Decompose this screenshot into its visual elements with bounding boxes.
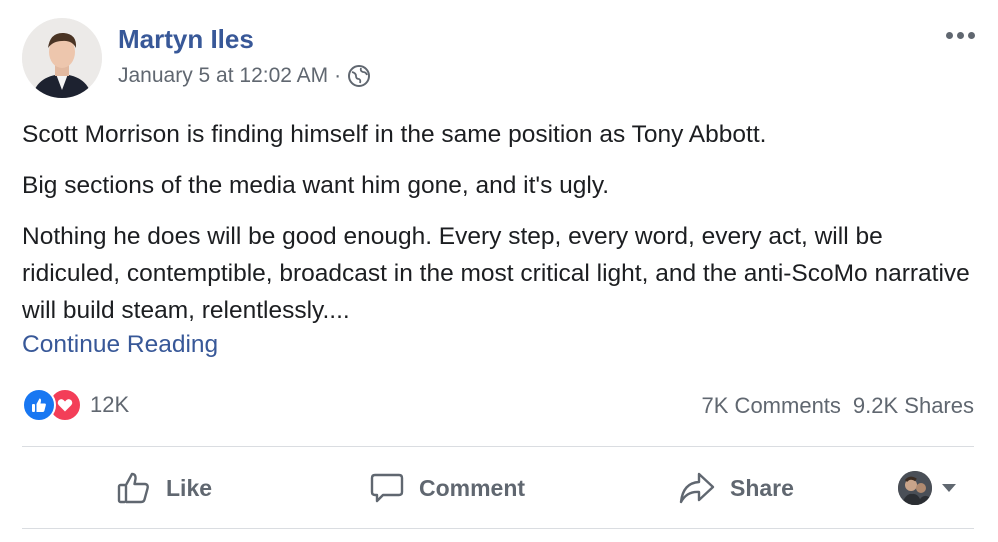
divider [22,446,974,447]
post-paragraph: Scott Morrison is finding himself in the… [22,121,767,148]
author-name-link[interactable]: Martyn Iles [118,24,254,55]
engagement-counts: 7K Comments 9.2K Shares [702,393,974,419]
reactions-summary[interactable]: 12K [22,388,129,422]
post-paragraph: Big sections of the media want him gone,… [22,172,610,199]
facebook-post: Martyn Iles January 5 at 12:02 AM · Scot… [0,0,998,542]
timestamp-link[interactable]: January 5 at 12:02 AM [118,64,328,88]
meta-separator: · [334,64,342,87]
share-label: Share [730,474,794,501]
post-paragraph: Nothing he does will be good enough. Eve… [22,223,970,324]
reaction-count: 12K [90,392,130,417]
share-button[interactable]: Share [678,456,794,520]
author-avatar[interactable] [22,18,102,98]
more-dot [945,31,953,39]
comments-count-link[interactable]: 7K Comments [702,393,841,419]
divider [22,528,974,529]
reaction-profile-selector[interactable] [898,456,972,520]
author-photo [22,18,102,98]
post-action-bar: Like Comment Share [22,456,974,520]
post-meta: January 5 at 12:02 AM · [118,64,371,88]
like-reaction-icon [22,388,56,422]
thumbs-up-icon [117,472,149,504]
post-text: Scott Morrison is finding himself in the… [22,116,982,329]
share-arrow-icon [679,472,715,504]
comment-button[interactable]: Comment [369,456,525,520]
like-label: Like [166,474,213,501]
more-dot [967,31,975,39]
shares-count-link[interactable]: 9.2K Shares [853,393,974,419]
caret-down-icon [942,484,956,492]
profile-avatar [898,471,932,505]
globe-icon[interactable] [347,64,371,88]
comment-label: Comment [419,474,526,501]
continue-reading-link[interactable]: Continue Reading [22,331,218,359]
comment-bubble-icon [370,473,404,503]
more-options-icon[interactable] [940,20,980,50]
more-dot [956,31,964,39]
like-button[interactable]: Like [116,456,212,520]
